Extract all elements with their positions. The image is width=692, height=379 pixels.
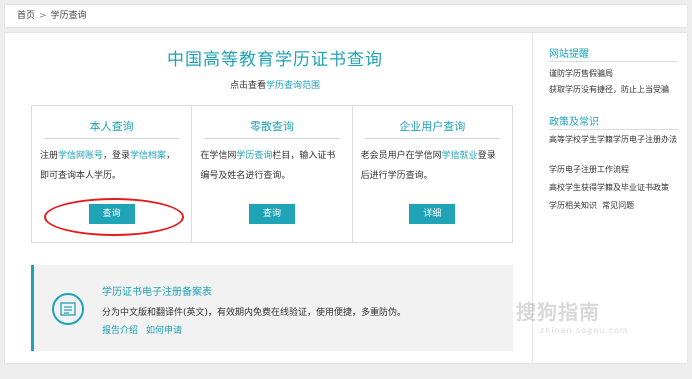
breadcrumb-separator: > bbox=[39, 11, 47, 21]
breadcrumb: 首页 > 学历查询 bbox=[4, 4, 688, 28]
single-query-card: 零散查询 在学信网学历查询栏目，输入证书编号及姓名进行查询。 查询 bbox=[192, 106, 353, 242]
report-intro-link[interactable]: 报告介绍 bbox=[102, 326, 138, 336]
register-description: 分为中文版和翻译件(英文)，有效期内免费在线验证，使用便捷，多重防伪。 bbox=[102, 308, 407, 318]
desc-text: 注册 bbox=[40, 151, 59, 161]
chsi-archive-link[interactable]: 学信档案 bbox=[130, 151, 166, 161]
card-description: 老会员用户在学信网学信就业登录后进行学历查询。 bbox=[361, 146, 504, 186]
card-description: 在学信网学历查询栏目，输入证书编号及姓名进行查询。 bbox=[200, 146, 343, 186]
how-to-apply-link[interactable]: 如何申请 bbox=[146, 326, 182, 336]
divider bbox=[204, 138, 340, 139]
registration-record-box: 学历证书电子注册备案表 分为中文版和翻译件(英文)，有效期内免费在线验证，使用便… bbox=[31, 265, 513, 351]
page-title: 中国高等教育学历证书查询 bbox=[167, 50, 383, 70]
chsi-employment-link[interactable]: 学信就业 bbox=[442, 151, 478, 161]
query-scope-link[interactable]: 学历查询范围 bbox=[266, 81, 320, 91]
enterprise-detail-button[interactable]: 详细 bbox=[409, 204, 456, 224]
register-title[interactable]: 学历证书电子注册备案表 bbox=[102, 283, 212, 298]
breadcrumb-current: 学历查询 bbox=[50, 11, 87, 21]
degree-query-link[interactable]: 学历查询 bbox=[236, 151, 272, 161]
breadcrumb-home-link[interactable]: 首页 bbox=[17, 11, 35, 21]
desc-text: 老会员用户在学信网 bbox=[360, 151, 442, 161]
divider bbox=[549, 61, 678, 62]
divider bbox=[44, 138, 180, 139]
policy-title: 政策及常识 bbox=[549, 117, 599, 128]
card-title: 本人查询 bbox=[89, 120, 134, 133]
sidebar-link[interactable]: 学历相关知识 bbox=[549, 201, 597, 210]
site-notice-title: 网站提醒 bbox=[549, 49, 589, 60]
single-query-button[interactable]: 查询 bbox=[248, 204, 295, 224]
subtitle-prefix: 点击查看 bbox=[229, 81, 266, 91]
watermark-text: 搜狗指南 bbox=[516, 300, 600, 324]
sidebar-link-row: 学历相关知识 常见问题 bbox=[549, 199, 680, 212]
sidebar-link[interactable]: 常见问题 bbox=[602, 201, 634, 210]
query-options: 本人查询 注册学信网账号，登录学信档案，即可查询本人学历。 查询 零散查询 在学… bbox=[31, 105, 513, 243]
sidebar-link[interactable]: 学历电子注册工作流程 bbox=[549, 163, 680, 176]
personal-query-card: 本人查询 注册学信网账号，登录学信档案，即可查询本人学历。 查询 bbox=[32, 106, 193, 242]
document-icon bbox=[52, 293, 84, 325]
chsi-account-link[interactable]: 学信网账号 bbox=[58, 151, 103, 161]
register-links: 报告介绍 如何申请 bbox=[102, 323, 190, 336]
sidebar-link[interactable]: 获取学历没有捷径，防止上当受骗 bbox=[549, 83, 680, 96]
subtitle: 点击查看学历查询范围 bbox=[31, 78, 519, 91]
personal-query-button[interactable]: 查询 bbox=[88, 204, 135, 224]
sidebar-link[interactable]: 谨防学历售假骗局 bbox=[549, 67, 680, 80]
divider bbox=[549, 129, 678, 130]
card-description: 注册学信网账号，登录学信档案，即可查询本人学历。 bbox=[40, 146, 183, 186]
card-title: 零散查询 bbox=[249, 120, 294, 133]
card-title: 企业用户查询 bbox=[399, 120, 466, 133]
enterprise-query-card: 企业用户查询 老会员用户在学信网学信就业登录后进行学历查询。 详细 bbox=[353, 106, 512, 242]
divider bbox=[364, 138, 500, 139]
desc-text: 在学信网 bbox=[200, 151, 237, 161]
desc-text: ，登录 bbox=[103, 151, 131, 161]
sidebar-link[interactable]: 高校学生获得学籍及毕业证书政策 bbox=[549, 181, 680, 194]
watermark-url: zhinan.sogou.com bbox=[540, 326, 629, 335]
sidebar-link[interactable]: 高等学校学生学籍学历电子注册办法 bbox=[549, 133, 680, 146]
